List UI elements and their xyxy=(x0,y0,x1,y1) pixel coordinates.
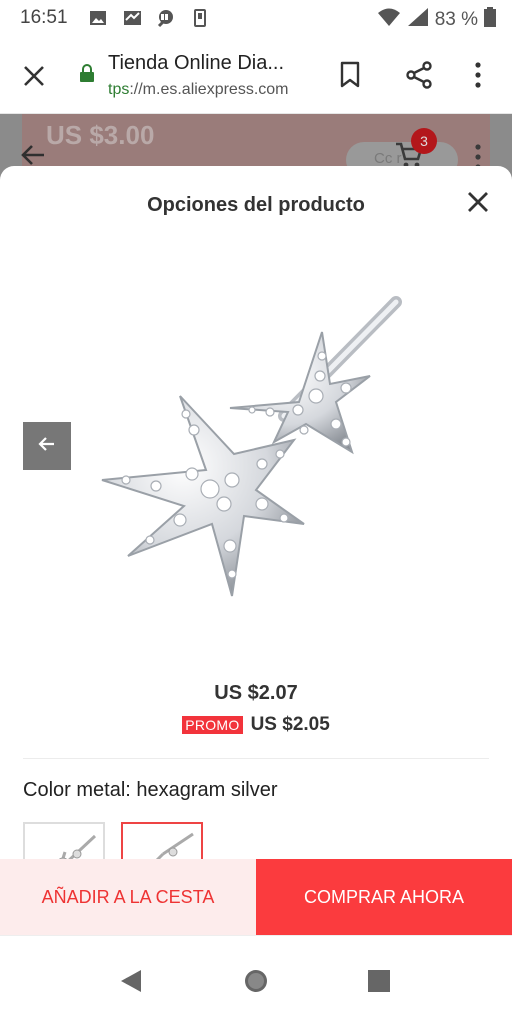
page-title[interactable]: Tienda Online Dia... xyxy=(108,52,308,75)
nav-recents-icon[interactable] xyxy=(366,968,392,994)
status-time: 16:51 xyxy=(20,7,68,28)
buy-now-button[interactable]: COMPRAR AHORA xyxy=(256,859,512,935)
share-icon[interactable] xyxy=(404,60,434,90)
promo-row: PROMO US $2.05 xyxy=(0,714,512,736)
wifi-icon xyxy=(377,7,401,32)
lock-icon xyxy=(80,64,94,82)
color-option-label: Color metal: hexagram silver xyxy=(23,779,278,801)
page-url[interactable]: tps://m.es.aliexpress.com xyxy=(108,81,289,99)
nav-home-icon[interactable] xyxy=(243,968,269,994)
bookmark-icon[interactable] xyxy=(338,60,362,90)
product-price: US $2.07 xyxy=(214,682,298,704)
more-options-icon[interactable] xyxy=(468,60,488,90)
status-bar: 16:51 83 % xyxy=(0,0,512,36)
browser-toolbar: Tienda Online Dia... tps://m.es.aliexpre… xyxy=(0,36,512,114)
system-status: 83 % xyxy=(377,7,496,32)
background-price: US $3.00 xyxy=(46,120,155,150)
chat-icon xyxy=(156,8,176,28)
phone-storage-icon xyxy=(190,8,210,28)
battery-percent: 83 % xyxy=(434,8,478,30)
cart-count-badge: 3 xyxy=(411,128,437,154)
url-host: ://m.es.aliexpress.com xyxy=(129,81,289,98)
promo-badge: PROMO xyxy=(182,716,243,734)
add-to-cart-button[interactable]: AÑADIR A LA CESTA xyxy=(0,859,256,935)
product-options-sheet: Opciones del producto US $2.07 PROMO US … xyxy=(0,166,512,936)
divider xyxy=(23,758,489,759)
nav-back-icon[interactable] xyxy=(119,968,145,994)
sheet-title: Opciones del producto xyxy=(147,194,365,216)
mail-icon xyxy=(122,8,142,28)
previous-image-button[interactable] xyxy=(23,422,71,470)
notification-icons xyxy=(88,8,210,28)
purchase-actions: AÑADIR A LA CESTA COMPRAR AHORA xyxy=(0,859,512,935)
image-icon xyxy=(88,8,108,28)
product-image[interactable] xyxy=(84,284,428,614)
close-sheet-icon[interactable] xyxy=(466,190,490,214)
url-scheme: tps xyxy=(108,81,130,98)
battery-icon xyxy=(484,7,496,32)
close-tab-icon[interactable] xyxy=(20,62,48,90)
arrow-left-icon xyxy=(37,434,57,459)
signal-icon xyxy=(407,7,429,32)
system-nav-bar xyxy=(0,935,512,1024)
promo-price: US $2.05 xyxy=(250,714,330,735)
